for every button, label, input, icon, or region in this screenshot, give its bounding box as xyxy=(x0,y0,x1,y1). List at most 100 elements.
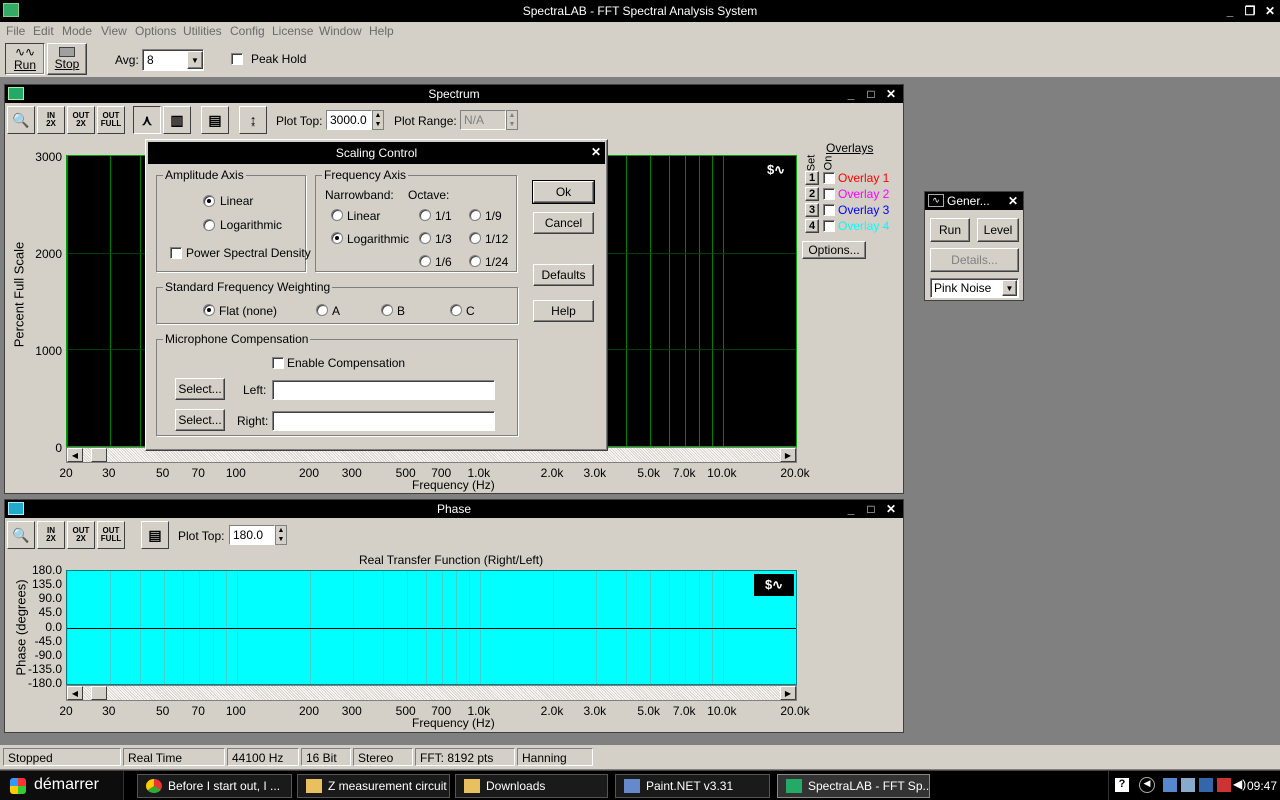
zoom-out-full-button[interactable]: OUT FULL xyxy=(97,106,125,134)
table-icon[interactable]: ▤ xyxy=(141,521,169,549)
minimize-icon[interactable]: _ xyxy=(843,87,859,101)
zoom-out-full-button[interactable]: OUT FULL xyxy=(97,521,125,549)
taskbar-item-paintnet[interactable]: Paint.NET v3.31 xyxy=(615,774,770,798)
chevron-down-icon[interactable]: ▼ xyxy=(187,51,203,69)
zoom-in-2x-button[interactable]: IN 2X xyxy=(37,521,65,549)
y-scale-icon[interactable]: ↨ xyxy=(239,106,267,134)
enable-comp-checkbox[interactable] xyxy=(272,357,284,369)
phase-plot-top-input[interactable]: 180.0 xyxy=(229,525,275,545)
octave-1-6-radio[interactable] xyxy=(419,255,431,267)
menu-mode[interactable]: Mode xyxy=(62,24,92,38)
octave-1-24-radio[interactable] xyxy=(469,255,481,267)
volume-icon[interactable]: ◀) xyxy=(1233,777,1246,791)
zoom-in-2x-button[interactable]: IN 2X xyxy=(37,106,65,134)
taskbar-item-chrome[interactable]: Before I start out, I ... xyxy=(137,774,292,798)
select-right-button[interactable]: Select... xyxy=(175,409,225,431)
weight-flat-radio[interactable] xyxy=(203,304,215,316)
taskbar-item-folder-z[interactable]: Z measurement circuit xyxy=(297,774,450,798)
scroll-thumb[interactable] xyxy=(91,686,107,700)
overlay-set-button[interactable]: 1 xyxy=(805,171,819,185)
line-mode-icon[interactable]: ⋏ xyxy=(133,106,161,134)
minimize-icon[interactable]: _ xyxy=(843,502,859,516)
close-icon[interactable]: ✕ xyxy=(1262,4,1278,18)
menu-help[interactable]: Help xyxy=(369,24,394,38)
avg-select[interactable]: 8 ▼ xyxy=(142,49,204,71)
weight-b-radio[interactable] xyxy=(381,304,393,316)
table-icon[interactable]: ▤ xyxy=(201,106,229,134)
overlay-set-button[interactable]: 3 xyxy=(805,203,819,217)
select-left-button[interactable]: Select... xyxy=(175,378,225,400)
zoom-icon[interactable]: 🔍 xyxy=(7,521,35,549)
restore-icon[interactable]: ❐ xyxy=(1242,4,1258,18)
help-icon[interactable]: ? xyxy=(1115,778,1129,792)
defaults-button[interactable]: Defaults xyxy=(533,264,594,286)
overlay-on-checkbox[interactable] xyxy=(823,204,835,216)
freq-linear-radio[interactable] xyxy=(331,209,343,221)
octave-1-12-radio[interactable] xyxy=(469,232,481,244)
overlay-on-checkbox[interactable] xyxy=(823,172,835,184)
close-icon[interactable]: ✕ xyxy=(883,87,899,101)
zoom-out-2x-button[interactable]: OUT 2X xyxy=(67,521,95,549)
minimize-icon[interactable]: _ xyxy=(1222,4,1238,18)
left-file-input[interactable] xyxy=(272,380,495,400)
start-button[interactable]: démarrer xyxy=(0,771,124,800)
phase-h-scrollbar[interactable]: ◀ ▶ xyxy=(66,685,797,701)
tray-back-icon[interactable]: ◀ xyxy=(1139,777,1155,793)
phase-plot-top-spinner[interactable]: ▲ ▼ xyxy=(275,525,287,545)
ok-button[interactable]: Ok xyxy=(532,180,595,204)
weight-a-radio[interactable] xyxy=(316,304,328,316)
menu-file[interactable]: File xyxy=(6,24,25,38)
taskbar-item-downloads[interactable]: Downloads xyxy=(455,774,608,798)
security-icon[interactable] xyxy=(1217,778,1231,792)
run-button[interactable]: ∿∿ Run xyxy=(5,43,45,75)
maximize-icon[interactable]: □ xyxy=(863,502,879,516)
menu-utilities[interactable]: Utilities xyxy=(183,24,222,38)
overlay-options-button[interactable]: Options... xyxy=(802,241,866,259)
octave-1-9-radio[interactable] xyxy=(469,209,481,221)
menu-options[interactable]: Options xyxy=(135,24,176,38)
noise-type-select[interactable]: Pink Noise ▼ xyxy=(930,278,1019,298)
stop-button[interactable]: Stop xyxy=(47,43,87,75)
zoom-icon[interactable]: 🔍 xyxy=(7,106,35,134)
amp-log-radio[interactable] xyxy=(203,219,215,231)
taskbar-item-spectralab[interactable]: SpectraLAB - FFT Sp... xyxy=(777,774,930,798)
scroll-left-icon[interactable]: ◀ xyxy=(67,448,83,462)
close-icon[interactable]: ✕ xyxy=(883,502,899,516)
generator-level-button[interactable]: Level xyxy=(977,218,1019,242)
menu-window[interactable]: Window xyxy=(319,24,362,38)
menu-license[interactable]: License xyxy=(272,24,313,38)
right-file-input[interactable] xyxy=(272,411,495,431)
overlay-set-button[interactable]: 2 xyxy=(805,187,819,201)
menu-config[interactable]: Config xyxy=(230,24,265,38)
psd-checkbox[interactable] xyxy=(170,247,182,259)
generator-details-button[interactable]: Details... xyxy=(930,248,1019,272)
zoom-out-2x-button[interactable]: OUT 2X xyxy=(67,106,95,134)
bar-mode-icon[interactable]: ▥ xyxy=(163,106,191,134)
overlay-set-button[interactable]: 4 xyxy=(805,219,819,233)
plot-top-input[interactable]: 3000.0 xyxy=(326,110,372,130)
plot-range-spinner[interactable]: ▲ ▼ xyxy=(506,110,518,130)
scroll-right-icon[interactable]: ▶ xyxy=(780,686,796,700)
octave-1-1-radio[interactable] xyxy=(419,209,431,221)
menu-edit[interactable]: Edit xyxy=(33,24,54,38)
close-icon[interactable]: ✕ xyxy=(588,145,604,159)
scroll-thumb[interactable] xyxy=(91,448,107,462)
peak-hold-checkbox[interactable] xyxy=(231,53,243,65)
help-button[interactable]: Help xyxy=(533,300,594,322)
plot-range-input[interactable]: N/A xyxy=(460,110,506,130)
phase-plot-area[interactable] xyxy=(66,570,797,685)
octave-1-3-radio[interactable] xyxy=(419,232,431,244)
plot-top-spinner[interactable]: ▲ ▼ xyxy=(372,110,384,130)
overlay-on-checkbox[interactable] xyxy=(823,188,835,200)
freq-log-radio[interactable] xyxy=(331,232,343,244)
chevron-down-icon[interactable]: ▼ xyxy=(1002,280,1017,296)
close-icon[interactable]: ✕ xyxy=(1005,194,1021,208)
generator-run-button[interactable]: Run xyxy=(930,218,970,242)
cancel-button[interactable]: Cancel xyxy=(533,212,594,234)
overlay-on-checkbox[interactable] xyxy=(823,220,835,232)
scroll-left-icon[interactable]: ◀ xyxy=(67,686,83,700)
weight-c-radio[interactable] xyxy=(450,304,462,316)
network-icon[interactable] xyxy=(1163,778,1177,792)
scroll-right-icon[interactable]: ▶ xyxy=(780,448,796,462)
monitor-icon[interactable] xyxy=(1181,778,1195,792)
